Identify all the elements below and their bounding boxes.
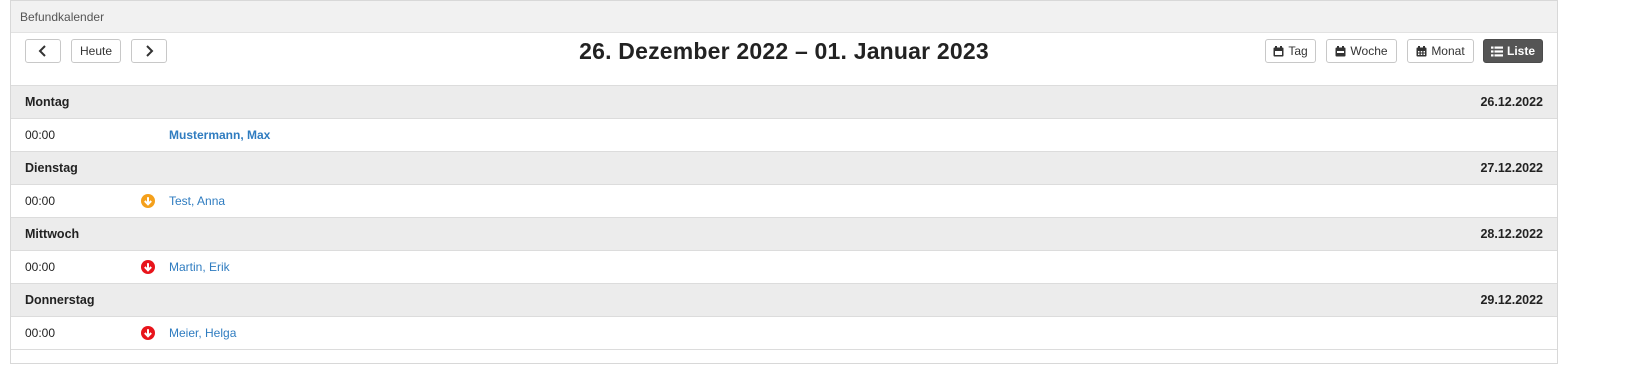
day-header: Dienstag 27.12.2022 bbox=[11, 152, 1557, 185]
day-header: Mittwoch 28.12.2022 bbox=[11, 218, 1557, 251]
list-item[interactable]: 00:00 Mustermann, Max bbox=[11, 119, 1557, 152]
event-time: 00:00 bbox=[25, 194, 56, 208]
calendar-toolbar: Heute 26. Dezember 2022 – 01. Januar 202… bbox=[11, 33, 1557, 85]
view-day-label: Tag bbox=[1288, 44, 1308, 58]
view-list-label: Liste bbox=[1507, 44, 1536, 58]
day-weekday: Donnerstag bbox=[25, 293, 95, 307]
calendar-day-icon bbox=[1273, 45, 1284, 57]
list-item[interactable]: 00:00 Meier, Helga bbox=[11, 317, 1557, 350]
day-header: Donnerstag 29.12.2022 bbox=[11, 284, 1557, 317]
event-time: 00:00 bbox=[25, 128, 56, 142]
event-time: 00:00 bbox=[25, 326, 56, 340]
patient-link[interactable]: Mustermann, Max bbox=[169, 128, 270, 142]
day-weekday: Mittwoch bbox=[25, 227, 80, 241]
day-date: 28.12.2022 bbox=[1480, 227, 1543, 241]
patient-link[interactable]: Test, Anna bbox=[169, 194, 225, 208]
view-day-button[interactable]: Tag bbox=[1265, 39, 1316, 63]
list-item[interactable]: 00:00 Martin, Erik bbox=[11, 251, 1557, 284]
list-icon bbox=[1491, 46, 1503, 57]
arrow-down-circle-icon bbox=[141, 194, 155, 208]
patient-link[interactable]: Martin, Erik bbox=[169, 260, 230, 274]
arrow-down-circle-icon bbox=[141, 260, 155, 274]
day-header: Montag 26.12.2022 bbox=[11, 86, 1557, 119]
list-item[interactable]: 00:00 Test, Anna bbox=[11, 185, 1557, 218]
view-list-button[interactable]: Liste bbox=[1483, 39, 1543, 63]
view-week-button[interactable]: Woche bbox=[1326, 39, 1397, 63]
view-month-label: Monat bbox=[1431, 44, 1465, 58]
calendar-month-icon bbox=[1416, 45, 1427, 57]
day-weekday: Montag bbox=[25, 95, 70, 109]
event-list: Montag 26.12.2022 00:00 Mustermann, Max … bbox=[11, 85, 1557, 350]
calendar-week-icon bbox=[1335, 45, 1346, 57]
panel-title: Befundkalender bbox=[11, 1, 1557, 33]
day-date: 26.12.2022 bbox=[1480, 95, 1543, 109]
calendar-panel: Befundkalender Heute 26. Dezember 2022 –… bbox=[10, 0, 1558, 364]
day-date: 27.12.2022 bbox=[1480, 161, 1543, 175]
patient-link[interactable]: Meier, Helga bbox=[169, 326, 236, 340]
view-week-label: Woche bbox=[1350, 44, 1388, 58]
view-month-button[interactable]: Monat bbox=[1407, 39, 1474, 63]
day-date: 29.12.2022 bbox=[1480, 293, 1543, 307]
event-time: 00:00 bbox=[25, 260, 56, 274]
arrow-down-circle-icon bbox=[141, 326, 155, 340]
day-weekday: Dienstag bbox=[25, 161, 78, 175]
